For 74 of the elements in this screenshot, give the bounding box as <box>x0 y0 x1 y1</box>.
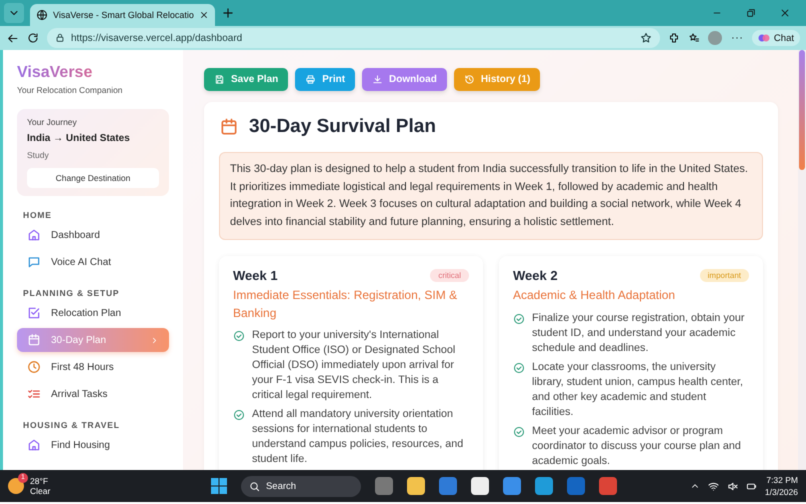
globe-icon <box>36 9 48 21</box>
check-circle-icon <box>513 362 525 374</box>
wifi-icon <box>708 480 719 492</box>
history-icon <box>464 74 475 85</box>
restore-icon <box>746 8 756 18</box>
check-circle-icon <box>513 312 525 324</box>
save-icon <box>214 74 225 85</box>
clock-icon <box>27 360 41 374</box>
plan-title: 30-Day Survival Plan <box>249 116 436 138</box>
nav-item[interactable]: Voice AI Chat <box>17 250 169 274</box>
chevron-right-icon <box>150 336 159 344</box>
close-icon <box>780 8 790 18</box>
task-text: Report to your university's International Student Office (ISO) or Designated School Official (DSO) immediately upon arrival for your F-1 visa SEVIS check-in. This is a critical legal requirement. <box>252 328 456 403</box>
scrollbar-thumb[interactable] <box>799 50 805 170</box>
task-text: Attend all mandatory university orientation sessions for international students to understand campus policies, resources, and student life. <box>252 407 464 467</box>
nav-item[interactable]: Relocation Plan <box>17 301 169 325</box>
section-heading: HOUSING & TRAVEL <box>23 420 121 430</box>
tab-list-button[interactable] <box>4 3 24 23</box>
journey-route: India → United States <box>27 133 131 144</box>
close-icon <box>198 10 209 20</box>
muted-speaker-icon <box>726 480 738 492</box>
task-text: Locate your classrooms, the university library, student union, campus health center, and other key academic and student facilities. <box>532 360 744 420</box>
task-text: Meet your academic advisor or program coordinator to discuss your course plan and academic goals. <box>532 424 742 468</box>
download-icon <box>372 74 384 85</box>
clock-time: 7:32 PM <box>765 474 798 486</box>
tab-title: VisaVerse - Smart Global Relocatio <box>53 10 194 20</box>
taskbar-search[interactable]: Search <box>240 476 361 496</box>
clock-date: 1/3/2026 <box>764 486 798 498</box>
url-text: https://visaverse.vercel.app/dashboard <box>71 32 244 44</box>
copilot-icon <box>758 32 770 44</box>
change-destination-button[interactable]: Change Destination <box>27 168 159 188</box>
check-circle-icon <box>513 426 525 438</box>
checked-square-icon <box>27 306 41 320</box>
check-circle-icon <box>233 409 245 421</box>
windows-start-icon[interactable] <box>210 478 227 494</box>
favorites-icon <box>688 32 700 44</box>
chat-button[interactable]: Chat <box>752 30 800 46</box>
extensions-icon <box>668 32 680 44</box>
calendar-icon <box>27 333 41 347</box>
back-arrow-icon <box>6 32 19 44</box>
nav-item[interactable]: Dashboard <box>17 223 169 247</box>
journey-purpose: Study <box>27 150 50 160</box>
priority-badge: important <box>700 269 749 282</box>
nav-item[interactable]: First 48 Hours <box>17 355 169 379</box>
checklist-icon <box>27 387 41 401</box>
chat-bubble-icon <box>27 255 41 269</box>
tagline: Your Relocation Companion <box>17 85 124 95</box>
priority-badge: critical <box>430 269 469 282</box>
temperature: 28°F <box>30 476 50 486</box>
weather-condition: Clear <box>30 486 50 496</box>
calendar-icon <box>219 117 239 137</box>
browser-tab[interactable]: VisaVerse - Smart Global Relocatio <box>30 4 215 26</box>
house-icon <box>27 228 41 242</box>
section-heading: HOME <box>23 210 53 220</box>
plan-summary: This 30-day plan is designed to help a student from India successfully transition to life in the United States. It prioritizes immediate logistical and legal requirements in Week 1, followed by academic and health integration in Week 2. Week 3 focuses on cultural adaptation and building a social network, while Week 4 delves into financial stability and future planning, ensuring a holistic settlement. <box>219 152 763 240</box>
section-heading: PLANNING & SETUP <box>23 288 120 298</box>
week-title: Week 2 <box>513 268 558 283</box>
check-circle-icon <box>233 330 245 342</box>
address-bar[interactable]: https://visaverse.vercel.app/dashboard <box>47 28 660 48</box>
refresh-icon <box>27 32 39 44</box>
printer-icon <box>305 74 316 85</box>
star-icon <box>640 32 652 44</box>
weather-icon[interactable] <box>8 478 24 494</box>
task-text: Finalize your course registration, obtain your student ID, and understand your academic schedule and deadlines. <box>532 310 746 356</box>
nav-item[interactable]: Find Housing <box>17 433 169 457</box>
journey-label: Your Journey <box>27 117 78 127</box>
week-title: Week 1 <box>233 268 278 283</box>
search-icon <box>248 480 260 492</box>
week-subtitle: Academic & Health Adaptation <box>513 287 676 304</box>
nav-item[interactable]: Arrival Tasks <box>17 382 169 406</box>
lock-icon <box>55 33 65 43</box>
new-tab-icon <box>220 6 235 20</box>
week-subtitle: Immediate Essentials: Registration, SIM & Banking <box>233 287 458 322</box>
house-icon <box>27 438 41 452</box>
